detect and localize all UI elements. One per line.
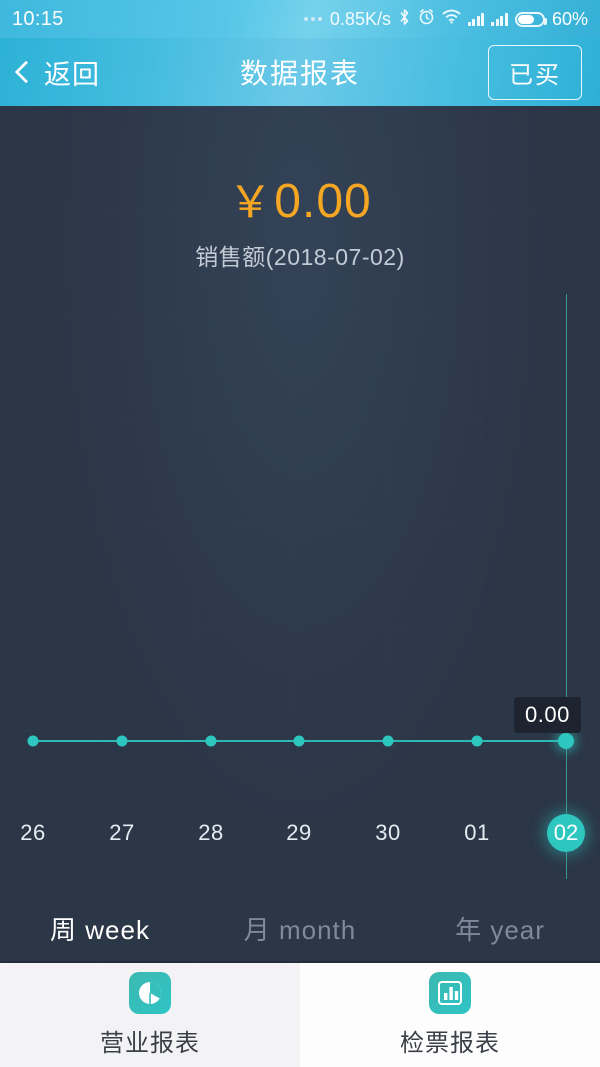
chart-data-point[interactable] <box>293 735 305 747</box>
chart-data-point[interactable] <box>27 735 39 747</box>
chevron-left-icon <box>14 60 38 84</box>
range-tab-0[interactable]: 周 week <box>0 910 200 947</box>
range-tab-2[interactable]: 年 year <box>400 910 600 947</box>
x-axis-label: 01 <box>464 820 490 845</box>
x-axis-label: 28 <box>198 820 224 845</box>
chart-data-point[interactable] <box>205 735 217 747</box>
nav-bar: 返回 数据报表 已买 <box>0 38 600 106</box>
pie-chart-icon <box>129 972 171 1014</box>
signal-icon <box>467 12 485 26</box>
range-tab-1[interactable]: 月 month <box>200 910 400 947</box>
purchased-button[interactable]: 已买 <box>488 44 582 100</box>
x-axis-label: 27 <box>109 820 135 845</box>
back-button[interactable]: 返回 <box>14 53 100 92</box>
signal-icon <box>491 12 508 26</box>
bluetooth-icon <box>398 8 411 31</box>
back-label: 返回 <box>44 59 100 90</box>
tab-0[interactable]: 营业报表 <box>0 963 300 1067</box>
sales-line-chart[interactable]: 26 27 28 29 30 01 02 0.00 <box>0 106 600 961</box>
status-icons: 0.85K/s 60% <box>303 8 588 31</box>
bar-chart-icon <box>429 972 471 1014</box>
chart-data-point[interactable] <box>382 735 394 747</box>
bottom-tab-bar: 营业报表 检票报表 <box>0 961 600 1067</box>
tab-label: 营业报表 <box>100 1030 200 1057</box>
app-root: 10:15 0.85K/s 60% 返回 数据报表 已买 ￥0.00 销售额(2… <box>0 0 600 1067</box>
range-tabs: 周 week 月 month 年 year <box>0 896 600 961</box>
network-speed-label: 0.85K/s <box>329 8 391 29</box>
selection-vertical-line <box>565 294 567 879</box>
tab-1[interactable]: 检票报表 <box>300 963 600 1067</box>
status-time: 10:15 <box>12 7 64 30</box>
x-axis-label: 30 <box>375 820 401 845</box>
x-axis-label: 26 <box>20 820 46 845</box>
tab-label: 检票报表 <box>400 1030 500 1057</box>
battery-icon <box>514 11 547 27</box>
battery-percent-label: 60% <box>551 8 588 29</box>
more-dots-icon <box>303 17 322 21</box>
status-bar: 10:15 0.85K/s 60% <box>0 0 600 38</box>
alarm-icon <box>418 8 435 30</box>
chart-data-point[interactable] <box>116 735 128 747</box>
x-axis-label: 29 <box>286 820 312 845</box>
wifi-icon <box>442 9 461 29</box>
report-panel: ￥0.00 销售额(2018-07-02) 26 27 28 29 30 01 02 0.00… <box>0 106 600 961</box>
chart-data-point[interactable] <box>558 733 574 749</box>
chart-tooltip: 0.00 <box>514 697 581 733</box>
chart-data-point[interactable] <box>471 735 483 747</box>
x-axis-selected-badge[interactable]: 02 <box>547 814 585 852</box>
